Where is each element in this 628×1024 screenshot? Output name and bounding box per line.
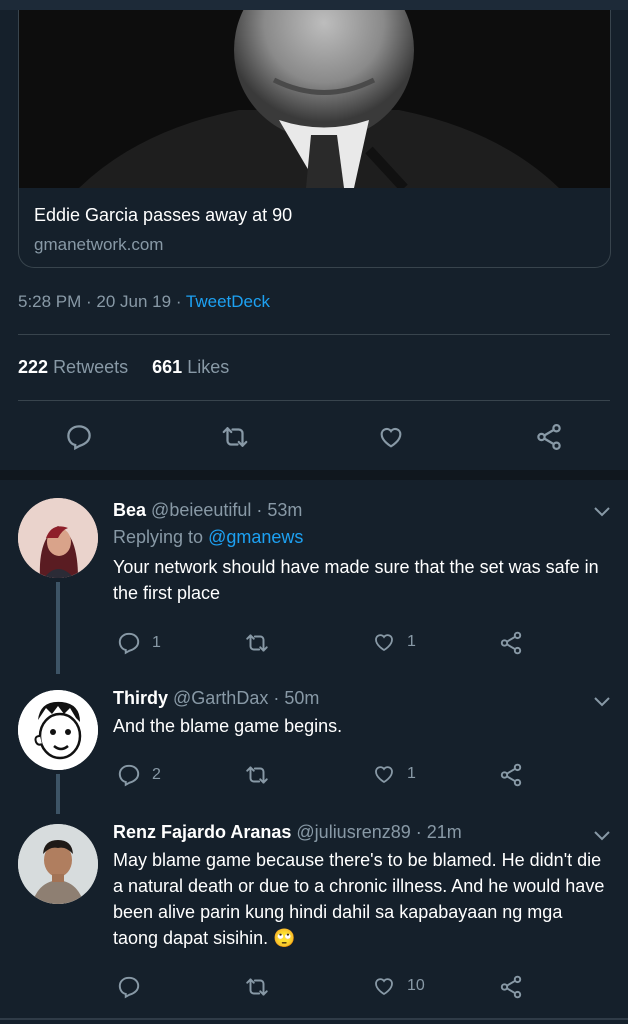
tweet-age: · 53m: [251, 500, 303, 520]
like-icon: [375, 634, 393, 652]
tweet-action-bar: 10: [0, 974, 628, 1004]
tweet-text-body: May blame game because there's to be bla…: [113, 850, 605, 948]
reply-button[interactable]: [62, 420, 96, 454]
share-icon: [500, 631, 522, 655]
chevron-down-icon: [594, 507, 610, 517]
author-handle[interactable]: @GarthDax: [173, 688, 268, 708]
retweets-label: Retweets: [53, 357, 129, 377]
reply-tweet[interactable]: Thirdy @GarthDax · 50m And the blame gam…: [0, 660, 628, 814]
tweet-menu-button[interactable]: [592, 695, 612, 709]
like-button[interactable]: [374, 420, 408, 454]
likes-label: Likes: [187, 357, 230, 377]
tweet-age: · 50m: [268, 688, 320, 708]
like-button[interactable]: 10: [371, 974, 425, 998]
like-count: 1: [407, 633, 416, 650]
replying-to-label: Replying to: [113, 527, 209, 547]
avatar[interactable]: [18, 498, 98, 578]
reply-button[interactable]: 2: [116, 762, 161, 788]
reply-count: 2: [152, 766, 161, 783]
tweet-age: · 21m: [410, 822, 462, 842]
tweet-time: 5:28 PM · 20 Jun 19 ·: [18, 292, 186, 311]
author-name[interactable]: Thirdy: [113, 688, 168, 708]
section-separator: [0, 470, 628, 480]
share-icon: [500, 975, 522, 999]
share-icon: [537, 424, 561, 450]
retweet-button[interactable]: [218, 420, 252, 454]
like-icon: [375, 978, 393, 996]
author-handle[interactable]: @juliusrenz89: [296, 822, 410, 842]
tweet-text: And the blame game begins.: [113, 716, 343, 736]
reply-count: 1: [152, 634, 161, 651]
retweets-stat[interactable]: 222 Retweets: [18, 357, 128, 377]
tweet-text: Your network should have made sure that …: [113, 557, 599, 603]
author-name[interactable]: Bea: [113, 500, 146, 520]
reply-icon: [118, 632, 140, 655]
thread-line: [56, 660, 60, 674]
top-edge: [0, 0, 628, 10]
replying-to: Replying to @gmanews: [113, 527, 303, 548]
retweet-icon: [246, 634, 268, 652]
link-preview-image: [19, 10, 610, 188]
tweet-timestamp: 5:28 PM · 20 Jun 19 · TweetDeck: [18, 292, 270, 312]
share-icon: [500, 763, 522, 787]
like-count: 10: [407, 977, 425, 994]
like-icon: [380, 427, 402, 448]
tweet-header: Renz Fajardo Aranas @juliusrenz89 · 21m: [113, 822, 462, 843]
reply-icon: [67, 425, 91, 451]
reply-button[interactable]: [116, 974, 152, 1000]
like-icon: [375, 766, 393, 784]
tweet-action-bar: [0, 405, 628, 470]
tweet-text: May blame game because there's to be bla…: [113, 847, 608, 951]
tweet-menu-button[interactable]: [592, 829, 612, 843]
author-name[interactable]: Renz Fajardo Aranas: [113, 822, 291, 842]
link-preview-card[interactable]: Eddie Garcia passes away at 90 gmanetwor…: [18, 10, 611, 268]
reply-icon: [118, 976, 140, 999]
tweet-header: Thirdy @GarthDax · 50m: [113, 688, 319, 709]
reply-tweet[interactable]: Renz Fajardo Aranas @juliusrenz89 · 21m …: [0, 814, 628, 1018]
chevron-down-icon: [594, 831, 610, 841]
divider: [0, 1018, 628, 1020]
retweet-icon: [246, 978, 268, 996]
link-preview-title[interactable]: Eddie Garcia passes away at 90: [34, 205, 292, 226]
tweet-menu-button[interactable]: [592, 505, 612, 519]
divider: [18, 334, 610, 335]
avatar[interactable]: [18, 824, 98, 904]
retweets-count: 222: [18, 357, 49, 377]
eye-roll-emoji: 🙄: [273, 928, 296, 948]
replying-to-mention[interactable]: @gmanews: [208, 527, 303, 547]
like-count: 1: [407, 765, 416, 782]
tweet-source-link[interactable]: TweetDeck: [186, 292, 270, 311]
tweet-header: Bea @beieeutiful · 53m: [113, 500, 302, 521]
retweet-button[interactable]: [243, 630, 281, 656]
chevron-down-icon: [594, 697, 610, 707]
retweet-icon: [222, 427, 248, 447]
share-button[interactable]: [532, 420, 566, 454]
reply-icon: [118, 764, 140, 787]
likes-stat[interactable]: 661 Likes: [152, 357, 229, 377]
likes-count: 661: [152, 357, 183, 377]
like-button[interactable]: 1: [371, 762, 416, 786]
retweet-icon: [246, 766, 268, 784]
retweet-button[interactable]: [243, 974, 281, 1000]
share-button[interactable]: [498, 762, 524, 788]
avatar[interactable]: [18, 690, 98, 770]
reply-tweet[interactable]: Bea @beieeutiful · 53m Replying to @gman…: [0, 480, 628, 660]
author-handle[interactable]: @beieeutiful: [151, 500, 251, 520]
share-button[interactable]: [498, 630, 524, 656]
tweet-stats: 222 Retweets 661 Likes: [18, 357, 229, 378]
tweet-action-bar: 2 1: [0, 762, 628, 792]
like-button[interactable]: 1: [371, 630, 416, 654]
retweet-button[interactable]: [243, 762, 281, 788]
link-preview-domain: gmanetwork.com: [34, 235, 164, 254]
divider: [18, 400, 610, 401]
tweet-action-bar: 1 1: [0, 630, 628, 660]
reply-button[interactable]: 1: [116, 630, 161, 656]
share-button[interactable]: [498, 974, 524, 1000]
